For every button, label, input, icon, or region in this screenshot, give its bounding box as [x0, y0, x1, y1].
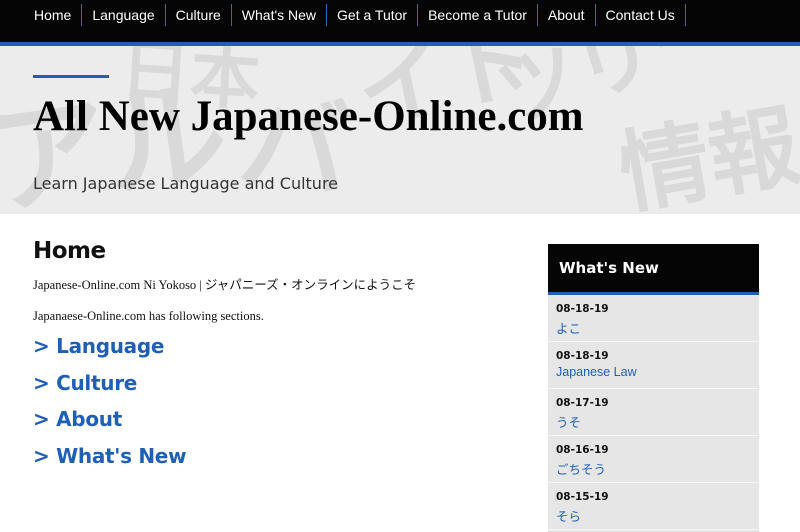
- nav-menu: Home Language Culture What's New Get a T…: [24, 4, 686, 28]
- whats-new-sidebar: What's New 08-18-19 よこ 08-18-19 Japanese…: [548, 244, 759, 532]
- site-title[interactable]: All New Japanese-Online.com: [33, 92, 584, 141]
- title-accent-rule: [33, 75, 109, 78]
- top-navigation: Home Language Culture What's New Get a T…: [0, 0, 800, 42]
- nav-item-culture[interactable]: Culture: [166, 4, 232, 26]
- nav-item-home[interactable]: Home: [24, 4, 83, 26]
- news-link[interactable]: うそ: [556, 412, 759, 431]
- welcome-text: Japanese-Online.com Ni Yokoso | ジャパニーズ・オ…: [33, 278, 417, 292]
- nav-item-contact-us[interactable]: Contact Us: [596, 4, 686, 26]
- news-item: 08-17-19 うそ: [548, 389, 759, 436]
- section-link-culture[interactable]: > Culture: [33, 365, 513, 402]
- nav-item-get-a-tutor[interactable]: Get a Tutor: [327, 4, 419, 26]
- news-date: 08-17-19: [556, 397, 609, 409]
- news-item: 08-16-19 ごちそう: [548, 436, 759, 483]
- news-date: 08-18-19: [556, 350, 609, 362]
- section-link-whats-new[interactable]: > What's New: [33, 438, 513, 475]
- nav-item-whats-new[interactable]: What's New: [232, 4, 328, 26]
- news-date: 08-16-19: [556, 444, 609, 456]
- sections-intro-text: Japanaese-Online.com has following secti…: [33, 309, 264, 323]
- page-title: Home: [33, 238, 106, 264]
- sidebar-title: What's New: [548, 244, 759, 292]
- news-link[interactable]: そら: [556, 506, 759, 525]
- section-link-about[interactable]: > About: [33, 401, 513, 438]
- header-banner: アル バ イト ツリー 情報 日本 All New Japanese-Onlin…: [0, 46, 800, 214]
- news-link[interactable]: Japanese Law: [556, 365, 759, 379]
- news-date: 08-15-19: [556, 491, 609, 503]
- news-link[interactable]: よこ: [556, 318, 759, 337]
- nav-item-language[interactable]: Language: [82, 4, 166, 26]
- nav-item-become-a-tutor[interactable]: Become a Tutor: [418, 4, 538, 26]
- news-link[interactable]: ごちそう: [556, 459, 759, 478]
- site-tagline: Learn Japanese Language and Culture: [33, 174, 339, 193]
- news-item: 08-18-19 Japanese Law: [548, 342, 759, 389]
- main-content: Home Japanese-Online.com Ni Yokoso | ジャパ…: [33, 238, 513, 474]
- news-date: 08-18-19: [556, 303, 609, 315]
- nav-item-about[interactable]: About: [538, 4, 596, 26]
- section-links: > Language > Culture > About > What's Ne…: [33, 328, 513, 474]
- section-link-language[interactable]: > Language: [33, 328, 513, 365]
- news-item: 08-15-19 そら: [548, 483, 759, 530]
- news-item: 08-18-19 よこ: [548, 295, 759, 342]
